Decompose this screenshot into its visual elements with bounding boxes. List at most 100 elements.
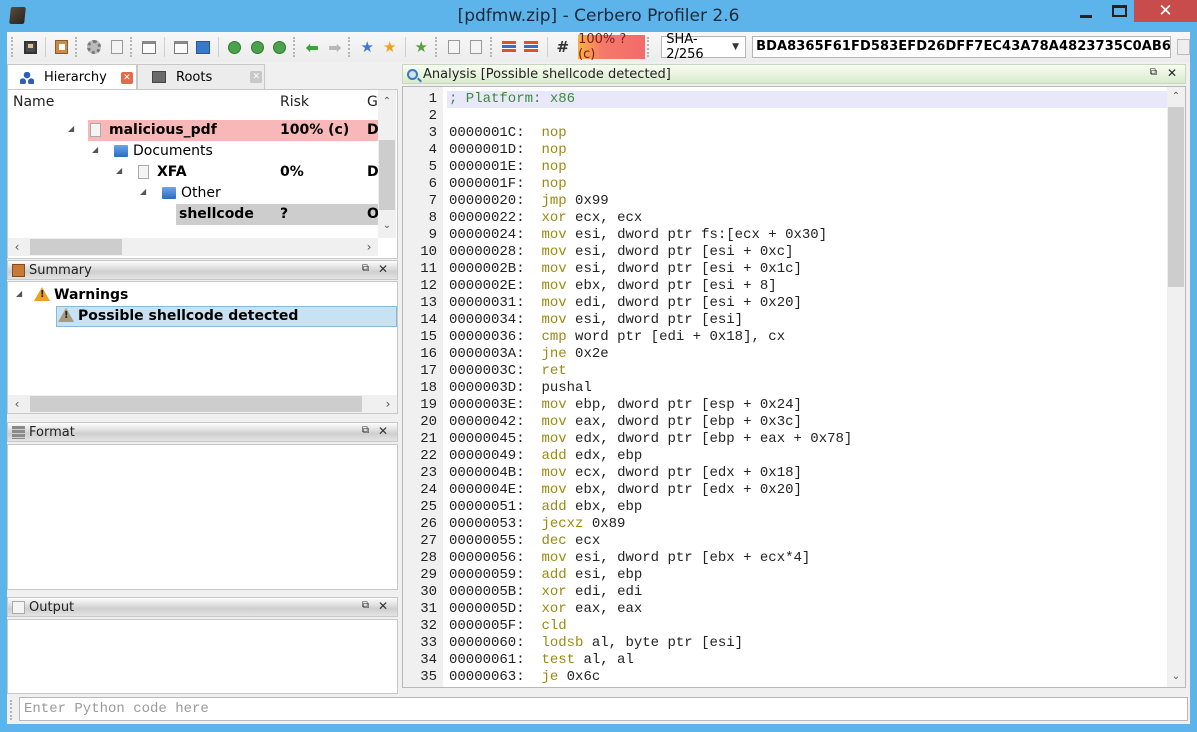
tree-vertical-scrollbar[interactable]: ⌃ ⌄ bbox=[378, 90, 396, 238]
tab-hierarchy[interactable]: Hierarchy ✕ bbox=[7, 64, 137, 90]
code-line[interactable]: 30 0000005B: xor edi, edi bbox=[403, 584, 1169, 601]
code-line[interactable]: 13 00000031: mov edi, dword ptr [esi + 0x… bbox=[403, 295, 1169, 312]
code-line[interactable]: 11 0000002B: mov esi, dword ptr [esi + 0x… bbox=[403, 261, 1169, 278]
tree-horizontal-scrollbar[interactable]: ‹ › bbox=[8, 238, 378, 256]
clipboard-button[interactable] bbox=[51, 36, 72, 58]
code-line[interactable]: 3 0000001C: nop bbox=[403, 125, 1169, 142]
scroll-thumb[interactable] bbox=[30, 396, 362, 412]
column-header-name[interactable]: Name bbox=[13, 94, 54, 110]
toolbar-grip[interactable] bbox=[348, 37, 352, 57]
toolbar-grip[interactable] bbox=[11, 37, 15, 57]
scroll-thumb[interactable] bbox=[1168, 107, 1184, 287]
toolbar-grip[interactable] bbox=[10, 700, 14, 720]
code-line[interactable]: 33 00000060: lodsb al, byte ptr [esi] bbox=[403, 635, 1169, 652]
tree-row-other[interactable]: ◢ Other bbox=[8, 183, 378, 204]
text-view-button[interactable] bbox=[521, 36, 542, 58]
disassembly-view[interactable]: 1 ; Platform: x86 2 3 0000001C: nop 4 0000001D… bbox=[402, 86, 1186, 688]
code-line[interactable]: 22 00000049: add edx, ebp bbox=[403, 448, 1169, 465]
float-panel-icon[interactable]: ⧉ bbox=[362, 425, 369, 436]
save-button[interactable] bbox=[20, 36, 41, 58]
tree-row-malicious-pdf[interactable]: ◢ malicious_pdf 100% (c) D bbox=[8, 120, 379, 141]
toolbar-grip[interactable] bbox=[434, 37, 439, 57]
code-vertical-scrollbar[interactable]: ⌃ ⌄ bbox=[1167, 87, 1185, 687]
clear-find-button[interactable] bbox=[270, 36, 291, 58]
document-settings-button[interactable] bbox=[106, 36, 127, 58]
scroll-up-icon[interactable]: ⌃ bbox=[1167, 89, 1185, 105]
code-line[interactable]: 24 0000004E: mov ebx, dword ptr [edx + 0x… bbox=[403, 482, 1169, 499]
code-line[interactable]: 7 00000020: jmp 0x99 bbox=[403, 193, 1169, 210]
code-line[interactable]: 27 00000055: dec ecx bbox=[403, 533, 1169, 550]
close-panel-icon[interactable]: ✕ bbox=[378, 424, 388, 438]
hash-value-field[interactable]: BDA8365F61FD583EFD26DFF7EC43A78A4823735C… bbox=[752, 36, 1171, 58]
tab-roots[interactable]: Roots ✕ bbox=[137, 64, 265, 89]
hash-button[interactable]: # bbox=[553, 36, 574, 58]
code-line[interactable]: 8 00000022: xor ecx, ecx bbox=[403, 210, 1169, 227]
code-line[interactable]: 17 0000003C: ret bbox=[403, 363, 1169, 380]
scroll-up-icon[interactable]: ⌃ bbox=[378, 94, 396, 110]
hash-algorithm-select[interactable]: SHA-2/256 ▼ bbox=[661, 32, 747, 62]
summary-item[interactable]: Possible shellcode detected bbox=[8, 306, 397, 327]
python-input[interactable] bbox=[19, 697, 1188, 721]
code-line[interactable]: 32 0000005F: cld bbox=[403, 618, 1169, 635]
scroll-left-icon[interactable]: ‹ bbox=[8, 395, 26, 413]
column-header-risk[interactable]: Risk bbox=[280, 94, 309, 110]
close-panel-icon[interactable]: ✕ bbox=[1167, 66, 1177, 80]
settings-button[interactable] bbox=[84, 36, 105, 58]
code-line[interactable]: 31 0000005D: xor eax, eax bbox=[403, 601, 1169, 618]
toolbar-grip[interactable] bbox=[647, 37, 651, 57]
scroll-left-icon[interactable]: ‹ bbox=[8, 238, 26, 256]
code-line[interactable]: 16 0000003A: jne 0x2e bbox=[403, 346, 1169, 363]
copy-hash-icon[interactable] bbox=[1176, 39, 1191, 55]
summary-horizontal-scrollbar[interactable]: ‹ › bbox=[8, 395, 397, 413]
toolbar-grip[interactable] bbox=[293, 37, 297, 57]
scroll-down-icon[interactable]: ⌄ bbox=[378, 218, 396, 234]
code-line[interactable]: 10 00000028: mov esi, dword ptr [esi + 0x… bbox=[403, 244, 1169, 261]
code-line[interactable]: 18 0000003D: pushal bbox=[403, 380, 1169, 397]
add-bookmark-button[interactable]: ★ bbox=[411, 36, 432, 58]
find-next-button[interactable] bbox=[247, 36, 268, 58]
code-line[interactable]: 15 00000036: cmp word ptr [edi + 0x18], c… bbox=[403, 329, 1169, 346]
close-tab-icon[interactable]: ✕ bbox=[120, 71, 133, 84]
code-line[interactable]: 35 00000063: je 0x6c bbox=[403, 669, 1169, 686]
summary-panel-title[interactable]: Summary ⧉ ✕ bbox=[7, 260, 398, 280]
close-panel-icon[interactable]: ✕ bbox=[378, 599, 388, 613]
close-tab-icon[interactable]: ✕ bbox=[250, 71, 263, 83]
open-report-button[interactable] bbox=[443, 36, 464, 58]
toolbar-grip[interactable] bbox=[129, 37, 134, 57]
output-panel-title[interactable]: Output ⧉ ✕ bbox=[7, 597, 398, 617]
code-line[interactable]: 19 0000003E: mov ebp, dword ptr [esp + 0x… bbox=[403, 397, 1169, 414]
expand-triangle-icon[interactable]: ◢ bbox=[92, 145, 98, 154]
code-line[interactable]: 5 0000001E: nop bbox=[403, 159, 1169, 176]
bookmark-button[interactable]: ★ bbox=[380, 36, 401, 58]
analysis-panel-title[interactable]: Analysis [Possible shellcode detected] ⧉… bbox=[402, 64, 1186, 84]
find-button[interactable] bbox=[224, 36, 245, 58]
code-line[interactable]: 1 ; Platform: x86 bbox=[403, 91, 1169, 108]
save-layout-button[interactable] bbox=[170, 36, 191, 58]
code-line[interactable]: 28 00000056: mov esi, dword ptr [ebx + ec… bbox=[403, 550, 1169, 567]
code-line[interactable]: 4 0000001D: nop bbox=[403, 142, 1169, 159]
code-line[interactable]: 9 00000024: mov esi, dword ptr fs:[ecx + … bbox=[403, 227, 1169, 244]
toolbar-grip[interactable] bbox=[489, 37, 494, 57]
code-line[interactable]: 29 00000059: add esi, ebp bbox=[403, 567, 1169, 584]
float-panel-icon[interactable]: ⧉ bbox=[362, 263, 369, 274]
maximize-button[interactable] bbox=[1104, 0, 1134, 22]
expand-triangle-icon[interactable]: ◢ bbox=[68, 124, 74, 133]
minimize-button[interactable] bbox=[1071, 0, 1101, 22]
toolbar-grip[interactable] bbox=[74, 37, 79, 57]
forward-button[interactable]: ➡ bbox=[325, 36, 346, 58]
code-line[interactable]: 20 00000042: mov eax, dword ptr [ebp + 0x… bbox=[403, 414, 1169, 431]
edit-report-button[interactable] bbox=[466, 36, 487, 58]
code-line[interactable]: 2 bbox=[403, 108, 1169, 125]
scroll-right-icon[interactable]: › bbox=[360, 238, 378, 256]
column-header-g[interactable]: G bbox=[367, 94, 378, 110]
refresh-layout-button[interactable] bbox=[193, 36, 214, 58]
window-button[interactable] bbox=[139, 36, 160, 58]
scroll-thumb[interactable] bbox=[379, 140, 395, 210]
code-line[interactable]: 12 0000002E: mov ebx, dword ptr [esi + 8] bbox=[403, 278, 1169, 295]
bookmark-globe-button[interactable]: ★ bbox=[357, 36, 378, 58]
float-panel-icon[interactable]: ⧉ bbox=[1150, 67, 1157, 78]
tree-row-xfa[interactable]: ◢ XFA 0% D bbox=[8, 162, 379, 183]
code-line[interactable]: 6 0000001F: nop bbox=[403, 176, 1169, 193]
code-line[interactable]: 25 00000051: add ebx, ebp bbox=[403, 499, 1169, 516]
code-line[interactable]: 23 0000004B: mov ecx, dword ptr [edx + 0x… bbox=[403, 465, 1169, 482]
